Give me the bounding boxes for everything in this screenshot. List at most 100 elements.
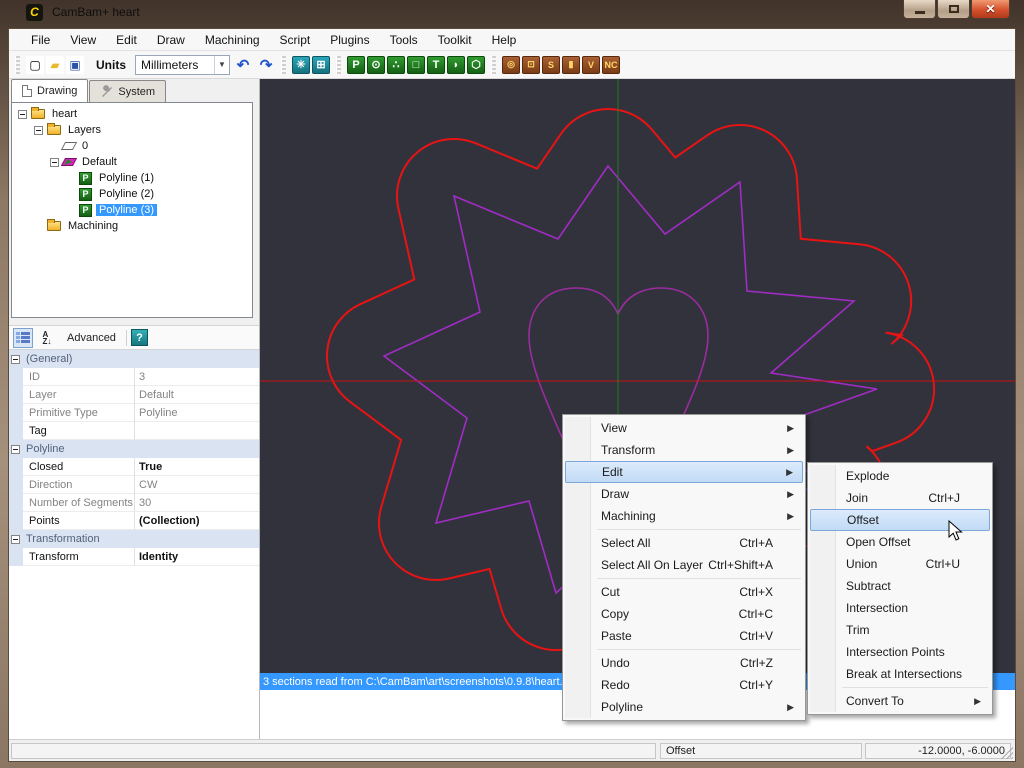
menu-item-view[interactable]: View▶ <box>565 417 803 439</box>
menu-item-undo[interactable]: UndoCtrl+Z <box>565 652 803 674</box>
tab-system[interactable]: System <box>89 80 166 102</box>
tree-item-heart[interactable]: heart <box>14 106 250 122</box>
tree-item-polyline-2-[interactable]: PPolyline (2) <box>14 186 250 202</box>
menu-item-copy[interactable]: CopyCtrl+C <box>565 603 803 625</box>
draw-arc-icon[interactable]: ◗ <box>447 56 465 74</box>
menubar-item-view[interactable]: View <box>60 30 106 50</box>
draw-rectangle-icon[interactable]: □ <box>407 56 425 74</box>
menu-item-union[interactable]: UnionCtrl+U <box>810 553 990 575</box>
menu-item-explode[interactable]: Explode <box>810 465 990 487</box>
advanced-button[interactable]: Advanced <box>61 330 122 346</box>
property-value[interactable] <box>135 422 259 440</box>
categorized-view-button[interactable] <box>13 328 33 348</box>
tab-drawing[interactable]: Drawing <box>11 79 88 102</box>
menu-item-trim[interactable]: Trim <box>810 619 990 641</box>
menu-item-intersection-points[interactable]: Intersection Points <box>810 641 990 663</box>
title-bar[interactable]: C CamBam+ heart ✕ <box>0 0 1024 28</box>
menu-item-redo[interactable]: RedoCtrl+Y <box>565 674 803 696</box>
draw-polyline-icon[interactable]: P <box>347 56 365 74</box>
tree-item-machining[interactable]: Machining <box>14 218 250 234</box>
menu-item-cut[interactable]: CutCtrl+X <box>565 581 803 603</box>
menu-item-machining[interactable]: Machining▶ <box>565 505 803 527</box>
property-value[interactable]: 3 <box>135 368 259 386</box>
draw-circle-icon[interactable]: ⊙ <box>367 56 385 74</box>
menubar-item-edit[interactable]: Edit <box>106 30 147 50</box>
property-row-number-of-segments[interactable]: Number of Segments30 <box>9 494 259 512</box>
property-row-layer[interactable]: LayerDefault <box>9 386 259 404</box>
tree-item-polyline-3-[interactable]: PPolyline (3) <box>14 202 250 218</box>
menubar-item-toolkit[interactable]: Toolkit <box>428 30 482 50</box>
property-value[interactable]: Polyline <box>135 404 259 422</box>
collapse-icon[interactable] <box>50 158 59 167</box>
grid-icon[interactable]: ⊞ <box>312 56 330 74</box>
menubar-item-draw[interactable]: Draw <box>147 30 195 50</box>
property-value[interactable]: True <box>135 458 259 476</box>
tree-item-default[interactable]: Default <box>14 154 250 170</box>
draw-text-icon[interactable]: T <box>427 56 445 74</box>
menu-item-convert-to[interactable]: Convert To▶ <box>810 690 990 712</box>
property-row-primitive-type[interactable]: Primitive TypePolyline <box>9 404 259 422</box>
draw-surface-icon[interactable]: ⬡ <box>467 56 485 74</box>
drill-icon[interactable]: ▮ <box>562 56 580 74</box>
tree-item-0[interactable]: 0 <box>14 138 250 154</box>
property-category-polyline[interactable]: Polyline <box>9 440 259 458</box>
menu-item-break-at-intersections[interactable]: Break at Intersections <box>810 663 990 685</box>
units-dropdown[interactable]: Millimeters ▼ <box>135 55 230 75</box>
property-value[interactable]: 30 <box>135 494 259 512</box>
menubar-item-help[interactable]: Help <box>482 30 527 50</box>
profile-icon[interactable]: V <box>582 56 600 74</box>
redo-button[interactable]: ↷ <box>257 56 275 74</box>
property-category-transformation[interactable]: Transformation <box>9 530 259 548</box>
pocket-icon[interactable]: ⊡ <box>522 56 540 74</box>
property-row-closed[interactable]: ClosedTrue <box>9 458 259 476</box>
collapse-icon[interactable] <box>34 126 43 135</box>
panel-splitter[interactable] <box>9 318 259 325</box>
undo-button[interactable]: ↶ <box>234 56 252 74</box>
property-value[interactable]: CW <box>135 476 259 494</box>
menu-item-transform[interactable]: Transform▶ <box>565 439 803 461</box>
show-axes-icon[interactable]: ✳ <box>292 56 310 74</box>
collapse-icon[interactable] <box>18 110 27 119</box>
resize-grip[interactable] <box>1001 747 1013 759</box>
collapse-icon[interactable] <box>11 445 20 454</box>
new-file-icon[interactable]: ▢ <box>26 56 44 74</box>
menu-item-draw[interactable]: Draw▶ <box>565 483 803 505</box>
property-row-direction[interactable]: DirectionCW <box>9 476 259 494</box>
toolpath-icon[interactable]: ◎ <box>502 56 520 74</box>
property-value[interactable]: (Collection) <box>135 512 259 530</box>
collapse-icon[interactable] <box>11 355 20 364</box>
alphabetical-sort-button[interactable]: AZ↓ <box>37 328 57 348</box>
close-button[interactable]: ✕ <box>971 0 1010 19</box>
menu-item-select-all-on-layer[interactable]: Select All On LayerCtrl+Shift+A <box>565 554 803 576</box>
property-row-id[interactable]: ID3 <box>9 368 259 386</box>
menubar-item-plugins[interactable]: Plugins <box>320 30 379 50</box>
help-button[interactable]: ? <box>131 329 148 346</box>
property-value[interactable]: Default <box>135 386 259 404</box>
menu-item-select-all[interactable]: Select AllCtrl+A <box>565 532 803 554</box>
menubar-item-tools[interactable]: Tools <box>380 30 428 50</box>
menu-item-paste[interactable]: PasteCtrl+V <box>565 625 803 647</box>
menu-item-edit[interactable]: Edit▶ <box>565 461 803 483</box>
gcode-icon[interactable]: NC <box>602 56 620 74</box>
collapse-icon[interactable] <box>11 535 20 544</box>
menu-item-subtract[interactable]: Subtract <box>810 575 990 597</box>
menubar-item-machining[interactable]: Machining <box>195 30 270 50</box>
property-row-points[interactable]: Points(Collection) <box>9 512 259 530</box>
engrave-icon[interactable]: S <box>542 56 560 74</box>
menubar-item-script[interactable]: Script <box>270 30 321 50</box>
property-category-general[interactable]: (General) <box>9 350 259 368</box>
tree-item-layers[interactable]: Layers <box>14 122 250 138</box>
draw-points-icon[interactable]: ∴ <box>387 56 405 74</box>
maximize-button[interactable] <box>937 0 970 19</box>
property-row-transform[interactable]: TransformIdentity <box>9 548 259 566</box>
menu-item-polyline[interactable]: Polyline▶ <box>565 696 803 718</box>
menubar-item-file[interactable]: File <box>21 30 60 50</box>
minimize-button[interactable] <box>903 0 936 19</box>
property-value[interactable]: Identity <box>135 548 259 566</box>
tree-item-polyline-1-[interactable]: PPolyline (1) <box>14 170 250 186</box>
menu-item-join[interactable]: JoinCtrl+J <box>810 487 990 509</box>
menu-item-intersection[interactable]: Intersection <box>810 597 990 619</box>
chevron-down-icon[interactable]: ▼ <box>214 56 229 74</box>
open-file-icon[interactable]: ▰ <box>46 56 64 74</box>
property-row-tag[interactable]: Tag <box>9 422 259 440</box>
